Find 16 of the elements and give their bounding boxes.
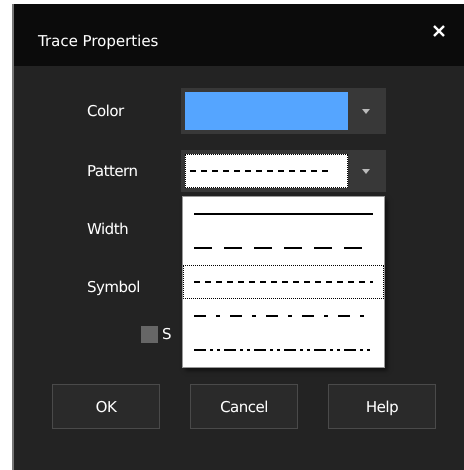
field-label: Symbol xyxy=(87,278,141,296)
caret-icon xyxy=(362,168,370,174)
close-icon xyxy=(433,25,445,37)
field-label: Pattern xyxy=(87,162,138,180)
dialog-button[interactable]: Help xyxy=(328,384,436,429)
window-title: Trace Properties xyxy=(38,32,158,50)
pattern-option[interactable] xyxy=(183,265,384,299)
color-dropdown[interactable] xyxy=(181,88,386,134)
dialog-button[interactable]: Cancel xyxy=(190,384,298,429)
checkbox[interactable] xyxy=(141,326,158,342)
close-button[interactable] xyxy=(432,24,446,38)
dialog-button[interactable]: OK xyxy=(52,384,160,429)
checkbox-label: S xyxy=(162,325,172,343)
field-label: Width xyxy=(87,220,130,238)
field-label: Color xyxy=(87,102,126,120)
caret-icon xyxy=(362,108,370,114)
